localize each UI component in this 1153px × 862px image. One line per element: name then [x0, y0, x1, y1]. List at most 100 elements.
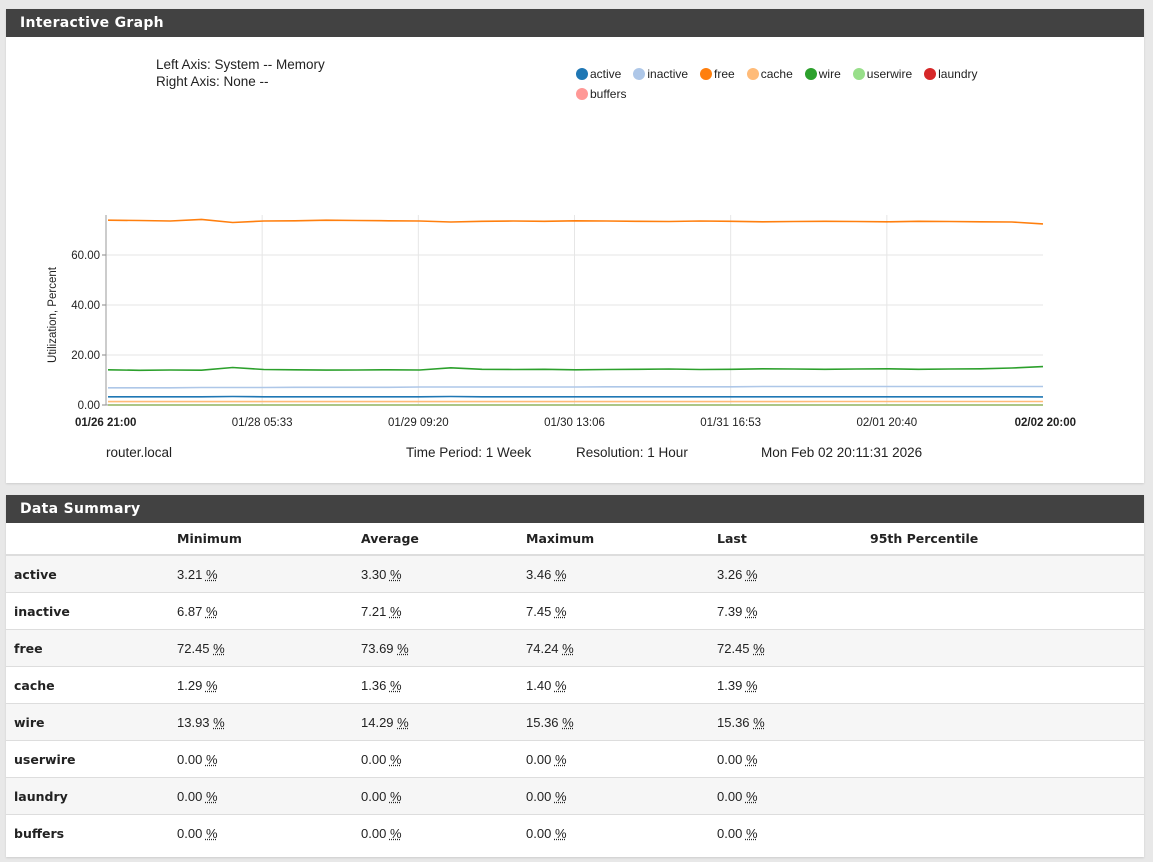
header-last: Last [717, 523, 870, 556]
table-row: free 72.45 % 73.69 % 74.24 % 72.45 % [6, 629, 1144, 667]
unit-abbr: % [397, 640, 409, 656]
cell-max: 0.00 % [526, 740, 717, 778]
unit-abbr: % [205, 825, 218, 841]
series-line-free[interactable] [107, 218, 1044, 225]
cell-value: 0.00 [361, 825, 387, 841]
unit-abbr: % [562, 640, 574, 656]
cell-value: 7.39 [717, 603, 743, 619]
cell-value: 74.24 [526, 640, 559, 656]
y-tick-label: 40.00 [71, 300, 100, 312]
y-tick-label: 20.00 [71, 350, 100, 362]
hostname: router.local [106, 445, 173, 460]
x-tick-label: 01/28 05:33 [232, 417, 293, 429]
table-row: wire 13.93 % 14.29 % 15.36 % 15.36 % [6, 703, 1144, 741]
unit-abbr: % [554, 751, 567, 767]
cell-last: 0.00 % [717, 740, 870, 778]
table-row: active 3.21 % 3.30 % 3.46 % 3.26 % [6, 554, 1144, 593]
unit-abbr: % [213, 714, 225, 730]
cell-max: 0.00 % [526, 777, 717, 815]
cell-value: 15.36 [717, 714, 750, 730]
unit-abbr: % [205, 566, 218, 582]
cell-value: 13.93 [177, 714, 210, 730]
cell-min: 3.21 % [177, 554, 361, 593]
cell-max: 74.24 % [526, 629, 717, 667]
data-summary-panel: Data Summary Minimum Average Maximum Las… [6, 495, 1144, 857]
row-name: free [6, 629, 177, 667]
y-tick-label: 0.00 [78, 400, 100, 412]
x-tick-label: 02/01 20:40 [856, 417, 917, 429]
cell-last: 0.00 % [717, 777, 870, 815]
cell-value: 15.36 [526, 714, 559, 730]
unit-abbr: % [745, 603, 758, 619]
unit-abbr: % [753, 714, 765, 730]
cell-p95 [870, 592, 1144, 630]
header-average: Average [361, 523, 526, 556]
header-name [6, 523, 177, 556]
x-tick-label: 01/31 16:53 [700, 417, 761, 429]
table-row: cache 1.29 % 1.36 % 1.40 % 1.39 % [6, 666, 1144, 704]
unit-abbr: % [562, 714, 574, 730]
series-line-wire[interactable] [107, 365, 1044, 372]
cell-avg: 73.69 % [361, 629, 526, 667]
row-name: inactive [6, 592, 177, 630]
graph-panel-title: Interactive Graph [6, 9, 1144, 37]
cell-value: 6.87 [177, 603, 203, 619]
table-row: userwire 0.00 % 0.00 % 0.00 % 0.00 % [6, 740, 1144, 778]
unit-abbr: % [745, 825, 758, 841]
unit-abbr: % [745, 566, 758, 582]
cell-min: 72.45 % [177, 629, 361, 667]
cell-value: 0.00 [177, 751, 203, 767]
cell-value: 1.29 [177, 677, 203, 693]
header-minimum: Minimum [177, 523, 361, 556]
cell-value: 0.00 [526, 751, 552, 767]
cell-value: 72.45 [177, 640, 210, 656]
y-tick-label: 60.00 [71, 250, 100, 262]
cell-value: 3.26 [717, 566, 743, 582]
row-name: userwire [6, 740, 177, 778]
cell-value: 73.69 [361, 640, 394, 656]
cell-value: 0.00 [526, 825, 552, 841]
cell-max: 15.36 % [526, 703, 717, 741]
cell-last: 15.36 % [717, 703, 870, 741]
unit-abbr: % [753, 640, 765, 656]
cell-value: 14.29 [361, 714, 394, 730]
x-tick-label: 01/30 13:06 [544, 417, 605, 429]
cell-p95 [870, 554, 1144, 593]
x-tick-label: 01/29 09:20 [388, 417, 449, 429]
summary-panel-title: Data Summary [6, 495, 1144, 523]
unit-abbr: % [213, 640, 225, 656]
resolution: Resolution: 1 Hour [576, 445, 688, 460]
cell-min: 0.00 % [177, 740, 361, 778]
unit-abbr: % [205, 677, 218, 693]
cell-p95 [870, 740, 1144, 778]
cell-value: 7.21 [361, 603, 387, 619]
cell-value: 3.21 [177, 566, 203, 582]
data-summary-table: Minimum Average Maximum Last 95th Percen… [6, 523, 1144, 851]
y-axis-label: Utilization, Percent [47, 266, 59, 363]
unit-abbr: % [389, 751, 402, 767]
cell-p95 [870, 629, 1144, 667]
table-row: inactive 6.87 % 7.21 % 7.45 % 7.39 % [6, 592, 1144, 630]
memory-line-chart: 0.00 20.00 40.00 60.00 01/26 21:00 01/28 05:3… [47, 215, 1076, 429]
row-name: cache [6, 666, 177, 704]
unit-abbr: % [389, 788, 402, 804]
series-line-inactive[interactable] [108, 385, 1043, 389]
unit-abbr: % [389, 825, 402, 841]
cell-avg: 0.00 % [361, 740, 526, 778]
cell-max: 3.46 % [526, 554, 717, 593]
cell-avg: 0.00 % [361, 814, 526, 851]
time-period: Time Period: 1 Week [406, 445, 532, 460]
unit-abbr: % [397, 714, 409, 730]
cell-p95 [870, 814, 1144, 851]
cell-min: 0.00 % [177, 777, 361, 815]
cell-avg: 14.29 % [361, 703, 526, 741]
cell-last: 72.45 % [717, 629, 870, 667]
unit-abbr: % [205, 788, 218, 804]
unit-abbr: % [554, 677, 567, 693]
cell-last: 3.26 % [717, 554, 870, 593]
cell-value: 1.39 [717, 677, 743, 693]
cell-value: 72.45 [717, 640, 750, 656]
cell-max: 0.00 % [526, 814, 717, 851]
cell-last: 7.39 % [717, 592, 870, 630]
cell-min: 0.00 % [177, 814, 361, 851]
